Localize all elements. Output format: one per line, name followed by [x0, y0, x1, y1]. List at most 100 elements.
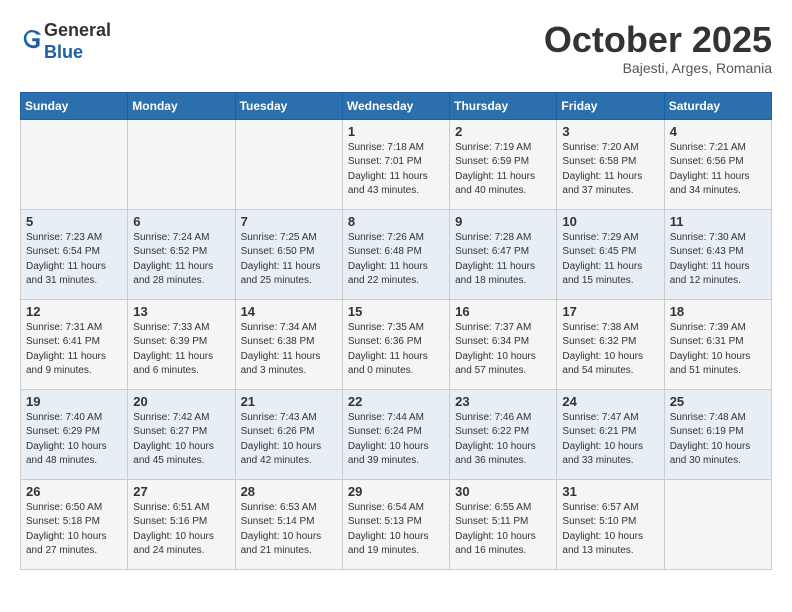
cell-info: Sunrise: 7:34 AMSunset: 6:38 PMDaylight:…	[241, 321, 337, 379]
calendar-cell	[21, 119, 128, 209]
day-number: 19	[26, 394, 122, 409]
calendar-cell: 21 Sunrise: 7:43 AMSunset: 6:26 PMDayligh…	[235, 389, 342, 479]
calendar-cell: 11 Sunrise: 7:30 AMSunset: 6:43 PMDayligh…	[664, 209, 771, 299]
calendar-cell: 8Sunrise: 7:26 AMSunset: 6:48 PMDaylight…	[342, 209, 449, 299]
logo-icon	[22, 28, 44, 50]
day-number: 22	[348, 394, 444, 409]
calendar-cell	[128, 119, 235, 209]
calendar-cell: 19 Sunrise: 7:40 AMSunset: 6:29 PMDayligh…	[21, 389, 128, 479]
calendar-cell: 14 Sunrise: 7:34 AMSunset: 6:38 PMDayligh…	[235, 299, 342, 389]
calendar-cell: 24Sunrise: 7:47 AMSunset: 6:21 PMDayligh…	[557, 389, 664, 479]
cell-info: Sunrise: 7:25 AMSunset: 6:50 PMDaylight:…	[241, 231, 337, 289]
calendar-week-row: 12Sunrise: 7:31 AMSunset: 6:41 PMDayligh…	[21, 299, 772, 389]
calendar-cell: 23 Sunrise: 7:46 AMSunset: 6:22 PMDayligh…	[450, 389, 557, 479]
cell-info: Sunrise: 7:29 AMSunset: 6:45 PMDaylight:…	[562, 231, 658, 289]
day-number: 16	[455, 304, 551, 319]
calendar-week-row: 1 Sunrise: 7:18 AMSunset: 7:01 PMDaylight…	[21, 119, 772, 209]
day-number: 30	[455, 484, 551, 499]
day-number: 26	[26, 484, 122, 499]
cell-info: Sunrise: 7:33 AMSunset: 6:39 PMDaylight:…	[133, 321, 229, 379]
title-block: October 2025 Bajesti, Arges, Romania	[544, 20, 772, 76]
day-number: 29	[348, 484, 444, 499]
day-number: 27	[133, 484, 229, 499]
calendar-cell: 2 Sunrise: 7:19 AMSunset: 6:59 PMDaylight…	[450, 119, 557, 209]
calendar-table: SundayMondayTuesdayWednesdayThursdayFrid…	[20, 92, 772, 570]
calendar-week-row: 5Sunrise: 7:23 AMSunset: 6:54 PMDaylight…	[21, 209, 772, 299]
calendar-cell: 7 Sunrise: 7:25 AMSunset: 6:50 PMDaylight…	[235, 209, 342, 299]
calendar-cell: 10Sunrise: 7:29 AMSunset: 6:45 PMDayligh…	[557, 209, 664, 299]
day-number: 7	[241, 214, 337, 229]
day-number: 24	[562, 394, 658, 409]
cell-info: Sunrise: 7:19 AMSunset: 6:59 PMDaylight:…	[455, 141, 551, 199]
column-header-saturday: Saturday	[664, 92, 771, 119]
day-number: 6	[133, 214, 229, 229]
cell-info: Sunrise: 7:18 AMSunset: 7:01 PMDaylight:…	[348, 141, 444, 199]
day-number: 1	[348, 124, 444, 139]
calendar-cell: 15 Sunrise: 7:35 AMSunset: 6:36 PMDayligh…	[342, 299, 449, 389]
calendar-cell: 27 Sunrise: 6:51 AMSunset: 5:16 PMDayligh…	[128, 479, 235, 569]
day-number: 4	[670, 124, 766, 139]
calendar-cell: 18 Sunrise: 7:39 AMSunset: 6:31 PMDayligh…	[664, 299, 771, 389]
column-header-friday: Friday	[557, 92, 664, 119]
column-header-thursday: Thursday	[450, 92, 557, 119]
cell-info: Sunrise: 6:55 AMSunset: 5:11 PMDaylight:…	[455, 501, 551, 559]
calendar-cell: 16 Sunrise: 7:37 AMSunset: 6:34 PMDayligh…	[450, 299, 557, 389]
cell-info: Sunrise: 7:38 AMSunset: 6:32 PMDaylight:…	[562, 321, 658, 379]
calendar-cell: 3 Sunrise: 7:20 AMSunset: 6:58 PMDaylight…	[557, 119, 664, 209]
cell-info: Sunrise: 7:40 AMSunset: 6:29 PMDaylight:…	[26, 411, 122, 469]
column-header-monday: Monday	[128, 92, 235, 119]
calendar-cell: 31 Sunrise: 6:57 AMSunset: 5:10 PMDayligh…	[557, 479, 664, 569]
day-number: 23	[455, 394, 551, 409]
calendar-cell: 20 Sunrise: 7:42 AMSunset: 6:27 PMDayligh…	[128, 389, 235, 479]
calendar-cell: 29 Sunrise: 6:54 AMSunset: 5:13 PMDayligh…	[342, 479, 449, 569]
day-number: 31	[562, 484, 658, 499]
calendar-cell: 4 Sunrise: 7:21 AMSunset: 6:56 PMDaylight…	[664, 119, 771, 209]
cell-info: Sunrise: 7:43 AMSunset: 6:26 PMDaylight:…	[241, 411, 337, 469]
calendar-cell	[235, 119, 342, 209]
calendar-cell: 25Sunrise: 7:48 AMSunset: 6:19 PMDayligh…	[664, 389, 771, 479]
day-number: 11	[670, 214, 766, 229]
column-header-wednesday: Wednesday	[342, 92, 449, 119]
calendar-cell: 12Sunrise: 7:31 AMSunset: 6:41 PMDayligh…	[21, 299, 128, 389]
month-title: October 2025	[544, 20, 772, 60]
cell-info: Sunrise: 7:23 AMSunset: 6:54 PMDaylight:…	[26, 231, 122, 289]
day-number: 17	[562, 304, 658, 319]
page-header: General Blue October 2025 Bajesti, Arges…	[20, 20, 772, 76]
cell-info: Sunrise: 7:39 AMSunset: 6:31 PMDaylight:…	[670, 321, 766, 379]
day-number: 8	[348, 214, 444, 229]
calendar-cell	[664, 479, 771, 569]
calendar-cell: 30 Sunrise: 6:55 AMSunset: 5:11 PMDayligh…	[450, 479, 557, 569]
cell-info: Sunrise: 7:44 AMSunset: 6:24 PMDaylight:…	[348, 411, 444, 469]
day-number: 3	[562, 124, 658, 139]
cell-info: Sunrise: 7:24 AMSunset: 6:52 PMDaylight:…	[133, 231, 229, 289]
day-number: 20	[133, 394, 229, 409]
day-number: 9	[455, 214, 551, 229]
day-number: 12	[26, 304, 122, 319]
calendar-week-row: 19 Sunrise: 7:40 AMSunset: 6:29 PMDayligh…	[21, 389, 772, 479]
cell-info: Sunrise: 6:57 AMSunset: 5:10 PMDaylight:…	[562, 501, 658, 559]
cell-info: Sunrise: 7:21 AMSunset: 6:56 PMDaylight:…	[670, 141, 766, 199]
day-number: 15	[348, 304, 444, 319]
cell-info: Sunrise: 6:50 AMSunset: 5:18 PMDaylight:…	[26, 501, 122, 559]
day-number: 2	[455, 124, 551, 139]
day-number: 21	[241, 394, 337, 409]
location: Bajesti, Arges, Romania	[544, 60, 772, 76]
cell-info: Sunrise: 6:51 AMSunset: 5:16 PMDaylight:…	[133, 501, 229, 559]
calendar-cell: 22 Sunrise: 7:44 AMSunset: 6:24 PMDayligh…	[342, 389, 449, 479]
cell-info: Sunrise: 6:53 AMSunset: 5:14 PMDaylight:…	[241, 501, 337, 559]
day-number: 18	[670, 304, 766, 319]
logo-text: General Blue	[44, 20, 111, 63]
calendar-week-row: 26 Sunrise: 6:50 AMSunset: 5:18 PMDayligh…	[21, 479, 772, 569]
cell-info: Sunrise: 7:46 AMSunset: 6:22 PMDaylight:…	[455, 411, 551, 469]
cell-info: Sunrise: 6:54 AMSunset: 5:13 PMDaylight:…	[348, 501, 444, 559]
day-number: 14	[241, 304, 337, 319]
cell-info: Sunrise: 7:42 AMSunset: 6:27 PMDaylight:…	[133, 411, 229, 469]
calendar-cell: 6 Sunrise: 7:24 AMSunset: 6:52 PMDaylight…	[128, 209, 235, 299]
calendar-cell: 9Sunrise: 7:28 AMSunset: 6:47 PMDaylight…	[450, 209, 557, 299]
cell-info: Sunrise: 7:30 AMSunset: 6:43 PMDaylight:…	[670, 231, 766, 289]
cell-info: Sunrise: 7:20 AMSunset: 6:58 PMDaylight:…	[562, 141, 658, 199]
cell-info: Sunrise: 7:35 AMSunset: 6:36 PMDaylight:…	[348, 321, 444, 379]
calendar-cell: 17 Sunrise: 7:38 AMSunset: 6:32 PMDayligh…	[557, 299, 664, 389]
cell-info: Sunrise: 7:37 AMSunset: 6:34 PMDaylight:…	[455, 321, 551, 379]
calendar-cell: 28Sunrise: 6:53 AMSunset: 5:14 PMDayligh…	[235, 479, 342, 569]
